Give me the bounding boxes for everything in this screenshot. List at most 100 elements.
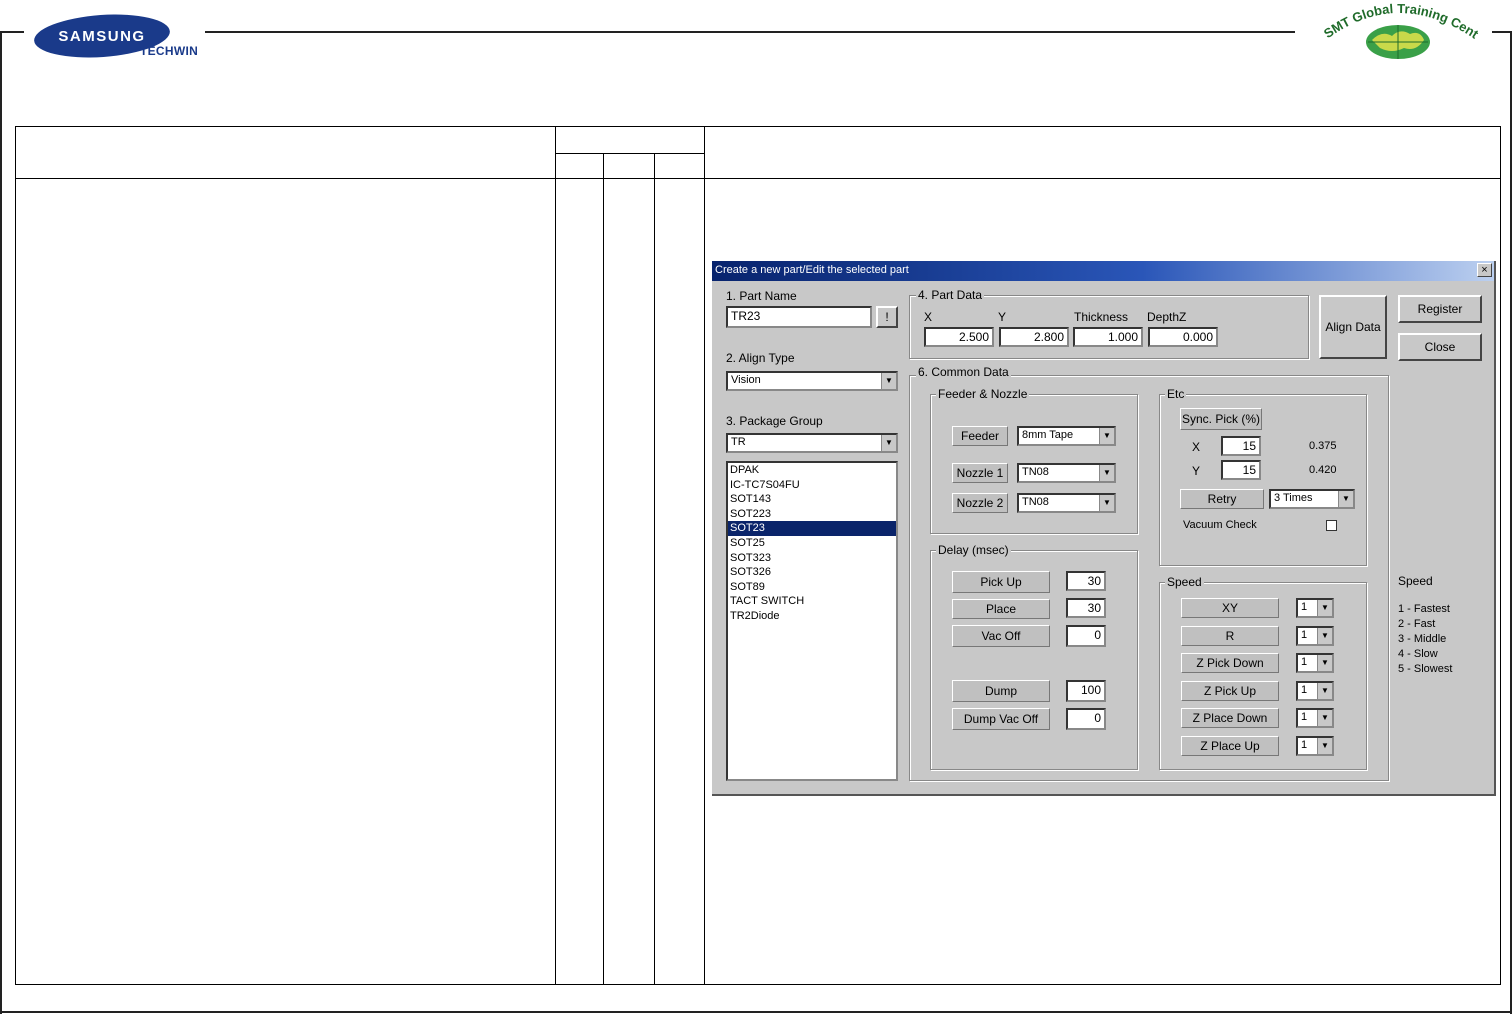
speed-row-button[interactable]: XY xyxy=(1181,598,1279,618)
place-delay-button[interactable]: Place xyxy=(952,599,1050,619)
delay-label: Delay (msec) xyxy=(936,543,1011,557)
align-type-select[interactable]: Vision ▼ xyxy=(726,371,898,391)
package-list-item[interactable]: SOT223 xyxy=(728,507,896,522)
part-name-button[interactable]: ! xyxy=(876,306,898,328)
speed-row-value: 1 xyxy=(1301,684,1308,696)
sync-x-label: X xyxy=(1192,440,1201,454)
feeder-select[interactable]: 8mm Tape ▼ xyxy=(1017,426,1116,446)
page-frame-bottom xyxy=(0,1011,1512,1013)
vac-off-delay-input[interactable]: 0 xyxy=(1066,625,1106,647)
dump-vac-off-delay-button[interactable]: Dump Vac Off xyxy=(952,708,1050,730)
part-data-label: 4. Part Data xyxy=(916,288,985,302)
sync-y-value: 0.420 xyxy=(1309,464,1337,476)
speed-legend-item: 4 - Slow xyxy=(1398,648,1438,660)
speed-row-select[interactable]: 1 ▼ xyxy=(1296,708,1334,728)
feeder-button[interactable]: Feeder xyxy=(952,426,1008,446)
speed-row-button[interactable]: Z Pick Up xyxy=(1181,681,1279,701)
retry-select[interactable]: 3 Times ▼ xyxy=(1269,489,1355,509)
speed-label: Speed xyxy=(1165,575,1204,589)
smt-global-training-center-logo: SMT Global Training Center xyxy=(1308,0,1482,59)
vac-off-delay-button[interactable]: Vac Off xyxy=(952,625,1050,647)
sync-pick-button[interactable]: Sync. Pick (%) xyxy=(1180,408,1262,430)
dump-delay-button[interactable]: Dump xyxy=(952,680,1050,702)
part-data-y-input[interactable]: 2.800 xyxy=(999,327,1069,347)
chevron-down-icon[interactable]: ▼ xyxy=(1317,628,1332,644)
package-list-item[interactable]: SOT323 xyxy=(728,551,896,566)
speed-legend-title: Speed xyxy=(1398,574,1433,588)
chevron-down-icon[interactable]: ▼ xyxy=(881,435,896,451)
close-button[interactable]: Close xyxy=(1398,333,1482,361)
package-group-value: TR xyxy=(731,436,746,448)
dump-vac-off-delay-input[interactable]: 0 xyxy=(1066,708,1106,730)
package-list-item[interactable]: SOT23 xyxy=(728,521,896,536)
nozzle-2-button[interactable]: Nozzle 2 xyxy=(952,493,1008,513)
speed-row-button[interactable]: Z Place Down xyxy=(1181,708,1279,728)
sync-y-input[interactable]: 15 xyxy=(1221,460,1261,480)
speed-row-select[interactable]: 1 ▼ xyxy=(1296,598,1334,618)
table-row-divider xyxy=(15,178,1501,179)
chevron-down-icon[interactable]: ▼ xyxy=(1317,600,1332,616)
speed-row-value: 1 xyxy=(1301,711,1308,723)
speed-row-select[interactable]: 1 ▼ xyxy=(1296,736,1334,756)
chevron-down-icon[interactable]: ▼ xyxy=(1317,655,1332,671)
align-data-button[interactable]: Align Data xyxy=(1319,295,1387,359)
nozzle-1-button[interactable]: Nozzle 1 xyxy=(952,463,1008,483)
package-list-item[interactable]: SOT89 xyxy=(728,580,896,595)
chevron-down-icon[interactable]: ▼ xyxy=(1099,495,1114,511)
speed-row-select[interactable]: 1 ▼ xyxy=(1296,653,1334,673)
chevron-down-icon[interactable]: ▼ xyxy=(1317,683,1332,699)
vacuum-check-checkbox[interactable] xyxy=(1326,520,1337,531)
speed-row-value: 1 xyxy=(1301,601,1308,613)
package-list-item[interactable]: TACT SWITCH xyxy=(728,594,896,609)
dialog-title: Create a new part/Edit the selected part xyxy=(715,264,909,276)
chevron-down-icon[interactable]: ▼ xyxy=(1099,465,1114,481)
header-rule-right xyxy=(1492,31,1512,33)
package-list-item[interactable]: SOT25 xyxy=(728,536,896,551)
feeder-nozzle-label: Feeder & Nozzle xyxy=(936,387,1030,401)
close-icon[interactable]: × xyxy=(1477,263,1492,277)
speed-legend-item: 5 - Slowest xyxy=(1398,663,1453,675)
package-group-select[interactable]: TR ▼ xyxy=(726,433,898,453)
speed-legend-item: 1 - Fastest xyxy=(1398,603,1450,615)
register-button[interactable]: Register xyxy=(1398,295,1482,323)
table-col-divider xyxy=(603,153,604,985)
nozzle-2-select[interactable]: TN08 ▼ xyxy=(1017,493,1116,513)
part-data-y-label: Y xyxy=(998,310,1007,324)
chevron-down-icon[interactable]: ▼ xyxy=(881,373,896,389)
speed-legend-item: 3 - Middle xyxy=(1398,633,1447,645)
sync-x-value: 0.375 xyxy=(1309,440,1337,452)
table-row-divider xyxy=(555,153,705,154)
package-list-item[interactable]: SOT143 xyxy=(728,492,896,507)
chevron-down-icon[interactable]: ▼ xyxy=(1338,491,1353,507)
dialog-titlebar[interactable]: Create a new part/Edit the selected part… xyxy=(712,261,1494,281)
nozzle-1-select[interactable]: TN08 ▼ xyxy=(1017,463,1116,483)
table-col-divider xyxy=(654,153,655,985)
package-list[interactable]: DPAK IC-TC7S04FU SOT143 SOT223 SOT23 SOT25 SOT… xyxy=(726,461,898,781)
speed-row-button[interactable]: Z Place Up xyxy=(1181,736,1279,756)
part-data-x-input[interactable]: 2.500 xyxy=(924,327,994,347)
place-delay-input[interactable]: 30 xyxy=(1066,598,1106,618)
speed-row-select[interactable]: 1 ▼ xyxy=(1296,626,1334,646)
dump-delay-input[interactable]: 100 xyxy=(1066,680,1106,702)
speed-row-select[interactable]: 1 ▼ xyxy=(1296,681,1334,701)
retry-button[interactable]: Retry xyxy=(1180,489,1264,509)
chevron-down-icon[interactable]: ▼ xyxy=(1317,710,1332,726)
chevron-down-icon[interactable]: ▼ xyxy=(1317,738,1332,754)
speed-row-button[interactable]: Z Pick Down xyxy=(1181,653,1279,673)
part-data-thickness-input[interactable]: 1.000 xyxy=(1073,327,1143,347)
package-list-item[interactable]: DPAK xyxy=(728,463,896,478)
chevron-down-icon[interactable]: ▼ xyxy=(1099,428,1114,444)
nozzle-2-value: TN08 xyxy=(1022,496,1049,508)
package-list-item[interactable]: SOT326 xyxy=(728,565,896,580)
sync-x-input[interactable]: 15 xyxy=(1221,436,1261,456)
package-list-item[interactable]: IC-TC7S04FU xyxy=(728,478,896,493)
pick-up-delay-input[interactable]: 30 xyxy=(1066,571,1106,591)
speed-row-value: 1 xyxy=(1301,629,1308,641)
header-rule-left xyxy=(0,31,24,33)
pick-up-delay-button[interactable]: Pick Up xyxy=(952,571,1050,593)
speed-row-button[interactable]: R xyxy=(1181,626,1279,646)
part-data-depthz-input[interactable]: 0.000 xyxy=(1148,327,1218,347)
package-list-item[interactable]: TR2Diode xyxy=(728,609,896,624)
header-rule xyxy=(205,31,1295,33)
part-name-input[interactable]: TR23 xyxy=(726,306,872,328)
